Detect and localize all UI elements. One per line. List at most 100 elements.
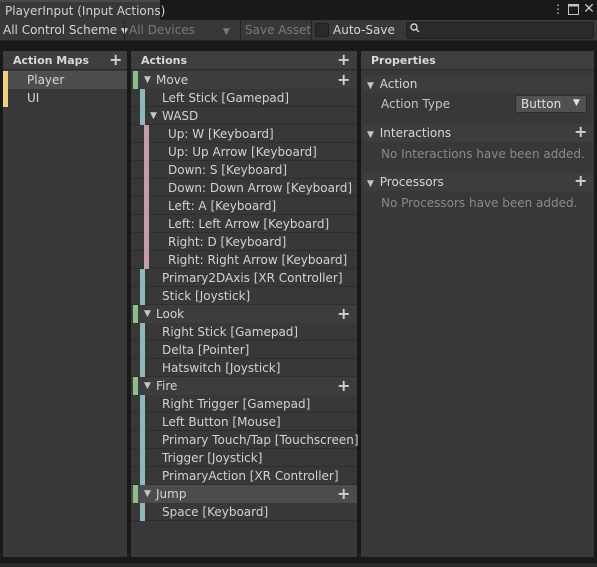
auto-save-label: Auto-Save [333,23,395,37]
add-binding-button[interactable]: + [337,486,350,502]
action-map-item[interactable]: UI [3,89,127,107]
chevron-down-icon: ▼ [367,81,374,91]
row-color-bar [144,179,149,197]
action-row[interactable]: ▼ + Move [131,71,357,89]
window-tab[interactable]: PlayerInput (Input Actions) [0,0,165,20]
row-color-bar [140,395,145,413]
interactions-section-header[interactable]: ▼ Interactions [363,124,593,142]
action-label: Look [156,307,185,321]
devices-dropdown[interactable]: All Devices ▼ [129,22,230,39]
chevron-down-icon[interactable]: ▼ [144,381,151,391]
row-color-bar [140,467,145,485]
binding-row[interactable]: Stick [Joystick] [131,287,357,305]
row-color-bar [144,215,149,233]
binding-label: Left: A [Keyboard] [168,199,277,213]
binding-row[interactable]: Left Stick [Gamepad] [131,89,357,107]
chevron-down-icon[interactable]: ▼ [144,309,151,319]
binding-row[interactable]: PrimaryAction [XR Controller] [131,467,357,485]
control-scheme-dropdown[interactable]: All Control Scheme ▼ [3,22,128,39]
row-color-bar [140,287,145,305]
add-binding-button[interactable]: + [337,378,350,394]
add-binding-button[interactable]: + [337,306,350,322]
add-interaction-button[interactable]: + [574,124,587,140]
chevron-down-icon[interactable]: ▼ [144,489,151,499]
composite-part-row[interactable]: Left: Left Arrow [Keyboard] [131,215,357,233]
properties-header: Properties [361,51,594,70]
composite-part-row[interactable]: Up: Up Arrow [Keyboard] [131,143,357,161]
binding-row[interactable]: Space [Keyboard] [131,503,357,521]
binding-label: Left Button [Mouse] [162,415,281,429]
chevron-down-icon: ▼ [367,130,374,140]
binding-label: Primary2DAxis [XR Controller] [162,271,343,285]
binding-row[interactable]: Hatswitch [Joystick] [131,359,357,377]
composite-part-row[interactable]: Up: W [Keyboard] [131,125,357,143]
binding-label: Right: D [Keyboard] [168,235,287,249]
processors-empty-text: No Processors have been added. [381,196,578,210]
composite-part-row[interactable]: Down: S [Keyboard] [131,161,357,179]
action-row[interactable]: ▼ + Jump [131,485,357,503]
action-map-label: Player [27,73,65,87]
interactions-section-title: Interactions [379,126,452,140]
row-color-bar [144,197,149,215]
row-color-bar [140,89,145,107]
binding-row[interactable]: Right Stick [Gamepad] [131,323,357,341]
composite-part-row[interactable]: Right: D [Keyboard] [131,233,357,251]
binding-row[interactable]: Left Button [Mouse] [131,413,357,431]
action-row[interactable]: ▼ + Look [131,305,357,323]
row-color-bar [144,251,149,269]
add-processor-button[interactable]: + [574,173,587,189]
chevron-down-icon[interactable]: ▼ [144,75,151,85]
actions-header: Actions [131,51,357,70]
window-tab-bar: PlayerInput (Input Actions) ⋮ ✕ [0,0,597,20]
row-color-bar [144,233,149,251]
action-map-label: UI [27,91,40,105]
binding-row[interactable]: Primary Touch/Tap [Touchscreen] [131,431,359,449]
binding-label: Trigger [Joystick] [162,451,263,465]
action-map-item[interactable]: Player [3,71,127,89]
toolbar-divider [124,20,125,41]
row-color-bar [133,305,138,323]
action-type-dropdown[interactable]: Button ▼ [515,95,587,113]
close-icon[interactable]: ✕ [582,1,596,17]
kebab-menu-icon[interactable]: ⋮ [551,1,565,17]
properties-panel: Properties ▼ Action Action Type Button ▼… [361,51,594,557]
binding-label: Left: Left Arrow [Keyboard] [168,217,330,231]
auto-save-checkbox[interactable] [315,23,329,37]
save-asset-button[interactable]: Save Asset [245,22,311,39]
processors-section-header[interactable]: ▼ Processors [363,173,593,191]
binding-row[interactable]: Right Trigger [Gamepad] [131,395,357,413]
search-input[interactable] [406,22,594,39]
actions-title: Actions [141,54,187,67]
composite-part-row[interactable]: Right: Right Arrow [Keyboard] [131,251,357,269]
add-binding-button[interactable]: + [337,72,350,88]
maximize-icon[interactable] [566,1,580,17]
composite-binding-row[interactable]: ▼ WASD [131,107,357,125]
action-map-color-bar [3,71,8,89]
row-color-bar [144,143,149,161]
row-color-bar [140,431,145,449]
action-type-label: Action Type [381,97,450,111]
editor-body: Action Maps + Player UI Actions + ▼ + Move L… [0,41,597,567]
add-action-map-button[interactable]: + [109,52,122,68]
action-label: Jump [156,487,187,501]
action-label: Move [156,73,189,87]
action-section-header[interactable]: ▼ Action [363,75,593,93]
binding-label: Primary Touch/Tap [Touchscreen] [162,433,359,447]
action-label: Fire [156,379,178,393]
add-action-button[interactable]: + [337,52,350,68]
row-color-bar [140,503,145,521]
row-color-bar [144,125,149,143]
toolbar-divider [240,20,241,41]
binding-row[interactable]: Primary2DAxis [XR Controller] [131,269,357,287]
binding-label: Stick [Joystick] [162,289,251,303]
control-scheme-label: All Control Scheme [3,23,118,37]
binding-label: Right Trigger [Gamepad] [162,397,311,411]
action-row[interactable]: ▼ + Fire [131,377,357,395]
binding-label: PrimaryAction [XR Controller] [162,469,339,483]
composite-part-row[interactable]: Left: A [Keyboard] [131,197,357,215]
chevron-down-icon[interactable]: ▼ [150,111,157,121]
binding-row[interactable]: Delta [Pointer] [131,341,357,359]
binding-row[interactable]: Trigger [Joystick] [131,449,357,467]
composite-part-row[interactable]: Down: Down Arrow [Keyboard] [131,179,357,197]
binding-label: Right: Right Arrow [Keyboard] [168,253,348,267]
